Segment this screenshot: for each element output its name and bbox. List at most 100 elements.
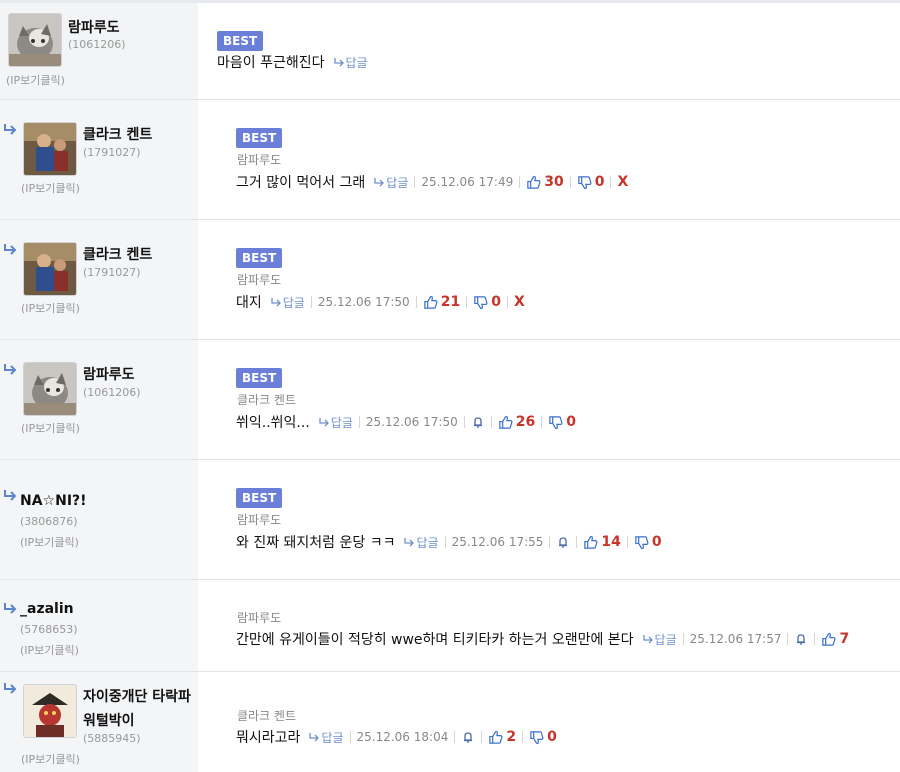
divider	[481, 731, 483, 743]
comment-date: 25.12.06 17:49	[421, 175, 514, 189]
ip-view-link[interactable]: (IP보기클릭)	[21, 420, 80, 436]
reply-button[interactable]: 답글	[373, 174, 408, 191]
delete-button[interactable]: X	[617, 174, 628, 190]
thumbs-down-icon	[530, 730, 544, 744]
reply-label: 답글	[416, 535, 439, 550]
divider	[519, 176, 521, 188]
divider	[682, 633, 684, 645]
divider	[415, 296, 417, 308]
divider	[444, 536, 446, 548]
comment-line: 쒸익..쒸익... 답글 25.12.06 17:50 26 0	[236, 412, 576, 432]
upvote-count: 30	[544, 174, 564, 190]
report-button[interactable]	[794, 632, 808, 646]
divider	[814, 633, 816, 645]
avatar-cat[interactable]	[8, 13, 62, 67]
author-nickname[interactable]: 클라크 켄트	[83, 244, 152, 264]
ip-view-link[interactable]: (IP보기클릭)	[20, 534, 79, 550]
best-badge: BEST	[217, 31, 264, 51]
author-id: (1791027)	[83, 266, 141, 279]
comment-row: NA☆NI?! (3806876) (IP보기클릭) BEST 람파루도 와 진…	[0, 460, 900, 580]
thumbs-up-icon	[527, 175, 541, 189]
divider	[506, 296, 508, 308]
reply-indent-arrow-icon	[4, 364, 17, 375]
downvote-button[interactable]: 0	[577, 174, 604, 190]
comment-content: 클라크 켄트 뭐시라고라 답글 25.12.06 18:04 2 0	[198, 672, 900, 772]
downvote-button[interactable]: 0	[473, 294, 501, 310]
avatar-clark[interactable]	[23, 122, 77, 176]
upvote-button[interactable]: 7	[821, 631, 849, 647]
reply-button[interactable]: 답글	[270, 294, 305, 311]
comment-row: 람파루도 (1061206) (IP보기클릭) BEST 마음이 푸근해진다 답…	[0, 3, 900, 100]
author-id: (5885945)	[83, 732, 141, 745]
avatar-clark[interactable]	[23, 242, 77, 296]
reply-button[interactable]: 답글	[333, 54, 368, 71]
downvote-count: 0	[547, 729, 557, 745]
bell-icon	[473, 417, 482, 428]
upvote-button[interactable]: 30	[526, 174, 564, 190]
author-nickname[interactable]: NA☆NI?!	[20, 493, 87, 509]
author-nickname-line2[interactable]: 워털박이	[83, 710, 135, 730]
reply-indent-arrow-icon	[4, 244, 17, 255]
best-badge: BEST	[236, 488, 283, 508]
reply-target: 클라크 켄트	[237, 393, 297, 407]
thumbs-up-icon	[822, 632, 836, 646]
reply-button[interactable]: 답글	[403, 534, 439, 551]
bell-icon	[464, 732, 473, 743]
author-id: (5768653)	[20, 623, 78, 636]
comment-content: 람파루도 간만에 유게이들이 적당히 wwe하며 티키타카 하는거 오랜만에 본…	[198, 580, 900, 671]
divider	[787, 633, 789, 645]
author-nickname[interactable]: 람파루도	[83, 364, 135, 384]
downvote-button[interactable]: 0	[548, 414, 576, 430]
comment-author-panel: NA☆NI?! (3806876) (IP보기클릭)	[0, 460, 198, 579]
comment-text: 와 진짜 돼지처럼 운당 ㅋㅋ	[236, 535, 396, 551]
report-button[interactable]	[556, 535, 570, 549]
divider	[569, 176, 571, 188]
author-nickname[interactable]: _azalin	[20, 601, 74, 617]
report-button[interactable]	[471, 415, 485, 429]
reply-button[interactable]: 답글	[642, 631, 677, 648]
reply-indent-arrow-icon	[4, 603, 17, 614]
author-id: (1791027)	[83, 146, 141, 159]
reply-label: 답글	[330, 415, 353, 430]
reply-button[interactable]: 답글	[318, 414, 353, 431]
author-nickname-line1[interactable]: 자이중개단 타락파	[83, 686, 191, 706]
upvote-count: 2	[506, 729, 517, 745]
downvote-button[interactable]: 0	[529, 729, 557, 745]
ip-view-link[interactable]: (IP보기클릭)	[21, 300, 80, 316]
comment-line: 간만에 유게이들이 적당히 wwe하며 티키타카 하는거 오랜만에 본다 답글 …	[236, 629, 849, 649]
upvote-count: 21	[440, 294, 461, 310]
reply-arrow-icon	[374, 178, 385, 187]
ip-view-link[interactable]: (IP보기클릭)	[21, 751, 80, 767]
ip-view-link[interactable]: (IP보기클릭)	[20, 642, 79, 658]
delete-button[interactable]: X	[514, 294, 525, 310]
upvote-button[interactable]: 26	[498, 414, 535, 430]
avatar-pirate[interactable]	[23, 684, 77, 738]
avatar-cat[interactable]	[23, 362, 77, 416]
author-nickname[interactable]: 람파루도	[68, 17, 120, 37]
upvote-button[interactable]: 2	[488, 729, 516, 745]
reply-button[interactable]: 답글	[308, 729, 344, 746]
comment-line: 그거 많이 먹어서 그래 답글 25.12.06 17:49 30 0 X	[236, 172, 628, 192]
divider	[463, 416, 465, 428]
reply-target: 람파루도	[237, 153, 282, 167]
comment-author-panel: 클라크 켄트 (1791027) (IP보기클릭)	[0, 220, 198, 339]
upvote-button[interactable]: 14	[583, 534, 621, 550]
comment-text: 대지	[236, 295, 262, 311]
ip-view-link[interactable]: (IP보기클릭)	[21, 180, 80, 196]
report-button[interactable]	[461, 730, 475, 744]
comment-row: 클라크 켄트 (1791027) (IP보기클릭) BEST 람파루도 대지 답…	[0, 220, 900, 340]
reply-indent-arrow-icon	[4, 490, 17, 501]
divider	[310, 296, 312, 308]
comment-row: 람파루도 (1061206) (IP보기클릭) BEST 클라크 켄트 쒸익..…	[0, 340, 900, 460]
upvote-button[interactable]: 21	[423, 294, 460, 310]
comment-author-panel: 람파루도 (1061206) (IP보기클릭)	[0, 3, 198, 99]
author-nickname[interactable]: 클라크 켄트	[83, 124, 152, 144]
downvote-button[interactable]: 0	[634, 534, 662, 550]
reply-target: 클라크 켄트	[237, 709, 297, 723]
reply-indent-arrow-icon	[4, 124, 17, 135]
reply-label: 답글	[654, 632, 677, 647]
ip-view-link[interactable]: (IP보기클릭)	[6, 72, 65, 88]
author-id: (1061206)	[68, 38, 126, 51]
comment-text: 마음이 푸근해진다	[217, 55, 325, 71]
reply-arrow-icon	[271, 298, 281, 307]
